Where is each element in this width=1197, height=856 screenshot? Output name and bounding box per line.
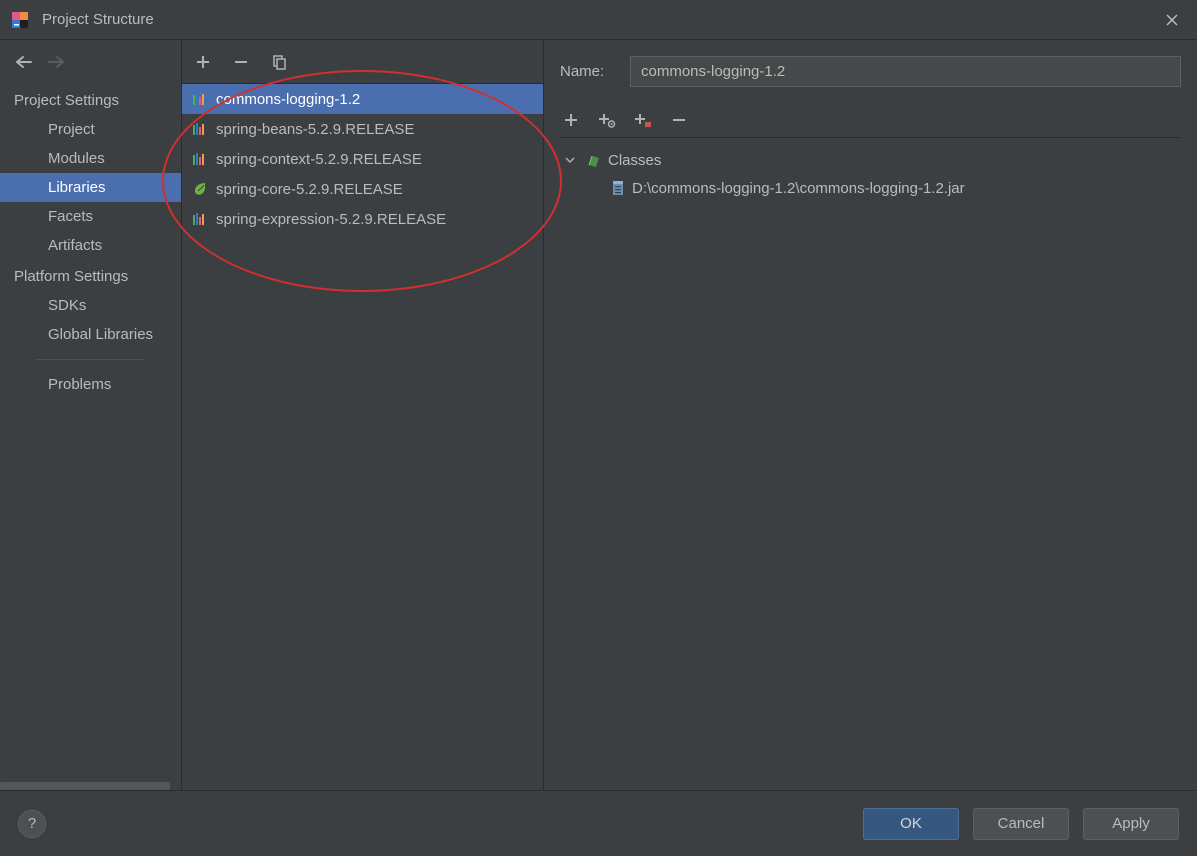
library-item[interactable]: spring-expression-5.2.9.RELEASE bbox=[182, 204, 543, 234]
nav-item-sdks[interactable]: SDKs bbox=[0, 291, 181, 320]
nav-section-project-settings: Project Settings bbox=[0, 84, 181, 115]
list-toolbar bbox=[182, 40, 543, 84]
library-item-label: commons-logging-1.2 bbox=[216, 91, 360, 108]
nav-item-project[interactable]: Project bbox=[0, 115, 181, 144]
tree-node-label: Classes bbox=[608, 152, 661, 169]
library-item-label: spring-beans-5.2.9.RELEASE bbox=[216, 121, 414, 138]
nav-item-global-libraries[interactable]: Global Libraries bbox=[0, 320, 181, 349]
library-name-input[interactable] bbox=[630, 56, 1181, 87]
window-title: Project Structure bbox=[42, 11, 1157, 28]
add-library-icon[interactable] bbox=[194, 53, 212, 71]
tree-node-classes[interactable]: Classes bbox=[564, 146, 1177, 174]
cancel-button[interactable]: Cancel bbox=[973, 808, 1069, 840]
classes-folder-icon bbox=[586, 152, 602, 168]
library-list: commons-logging-1.2 spring-beans-5.2.9.R… bbox=[182, 84, 543, 790]
footer: ? OK Cancel Apply bbox=[0, 790, 1197, 856]
add-root-icon[interactable] bbox=[562, 111, 580, 129]
library-bars-icon bbox=[192, 151, 208, 167]
remove-library-icon[interactable] bbox=[232, 53, 250, 71]
library-item[interactable]: spring-context-5.2.9.RELEASE bbox=[182, 144, 543, 174]
apply-button[interactable]: Apply bbox=[1083, 808, 1179, 840]
library-item[interactable]: spring-beans-5.2.9.RELEASE bbox=[182, 114, 543, 144]
add-root-from-disk-icon[interactable] bbox=[598, 111, 616, 129]
tree-node-jar[interactable]: D:\commons-logging-1.2\commons-logging-1… bbox=[564, 174, 1177, 202]
help-button[interactable]: ? bbox=[18, 810, 46, 838]
nav-section-platform-settings: Platform Settings bbox=[0, 260, 181, 291]
tree-node-label: D:\commons-logging-1.2\commons-logging-1… bbox=[632, 180, 965, 197]
nav-item-libraries[interactable]: Libraries bbox=[0, 173, 181, 202]
nav-item-facets[interactable]: Facets bbox=[0, 202, 181, 231]
nav-item-artifacts[interactable]: Artifacts bbox=[0, 231, 181, 260]
detail-panel: Name: bbox=[544, 40, 1197, 790]
nav-item-modules[interactable]: Modules bbox=[0, 144, 181, 173]
chevron-down-icon[interactable] bbox=[564, 154, 576, 166]
intellij-icon bbox=[10, 10, 30, 30]
library-bars-icon bbox=[192, 91, 208, 107]
nav-item-problems[interactable]: Problems bbox=[0, 370, 181, 399]
ok-button[interactable]: OK bbox=[863, 808, 959, 840]
library-item-label: spring-expression-5.2.9.RELEASE bbox=[216, 211, 446, 228]
nav-forward-icon bbox=[48, 55, 66, 69]
library-roots-tree: Classes D:\commons-logging-1.2\commons-l… bbox=[560, 138, 1181, 210]
library-item-label: spring-context-5.2.9.RELEASE bbox=[216, 151, 422, 168]
copy-library-icon[interactable] bbox=[270, 53, 288, 71]
spring-leaf-icon bbox=[192, 181, 208, 197]
main-area: Project Settings Project Modules Librari… bbox=[0, 40, 1197, 790]
nav-divider bbox=[36, 359, 145, 360]
title-bar: Project Structure bbox=[0, 0, 1197, 40]
add-excluded-root-icon[interactable] bbox=[634, 111, 652, 129]
library-item[interactable]: spring-core-5.2.9.RELEASE bbox=[182, 174, 543, 204]
nav-history-arrows bbox=[0, 40, 181, 84]
library-item[interactable]: commons-logging-1.2 bbox=[182, 84, 543, 114]
nav-back-icon[interactable] bbox=[14, 55, 32, 69]
name-row: Name: bbox=[560, 56, 1181, 87]
nav-scroll-thumb[interactable] bbox=[0, 782, 170, 790]
remove-root-icon[interactable] bbox=[670, 111, 688, 129]
library-bars-icon bbox=[192, 121, 208, 137]
jar-file-icon bbox=[610, 180, 626, 196]
close-icon[interactable] bbox=[1157, 5, 1187, 35]
detail-toolbar bbox=[560, 105, 1181, 138]
name-label: Name: bbox=[560, 63, 616, 80]
library-bars-icon bbox=[192, 211, 208, 227]
nav-panel: Project Settings Project Modules Librari… bbox=[0, 40, 182, 790]
library-item-label: spring-core-5.2.9.RELEASE bbox=[216, 181, 403, 198]
library-list-panel: commons-logging-1.2 spring-beans-5.2.9.R… bbox=[182, 40, 544, 790]
